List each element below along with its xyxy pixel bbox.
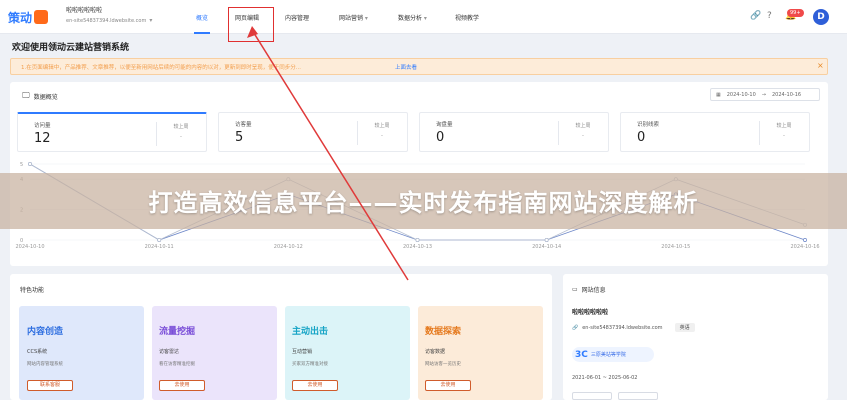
use-button[interactable]: 去使用 (425, 380, 471, 391)
site-action-button[interactable] (572, 392, 612, 400)
feature-sub: 访客数据 (425, 349, 446, 355)
visits-line-chart: 02452024-10-102024-10-112024-10-122024-1… (15, 162, 819, 250)
features-title: 特色功能 (20, 287, 45, 294)
x-tick-label: 2024-10-16 (790, 244, 819, 250)
data-point (157, 238, 162, 242)
site-validity-dates: 2021-06-01 ~ 2025-06-02 (572, 375, 638, 381)
site-logo: 3C 三原美站等学院 (572, 347, 654, 362)
site-info-title-text: 网站信息 (581, 287, 606, 294)
contact-support-button[interactable]: 联系客服 (27, 380, 73, 391)
use-button[interactable]: 去使用 (159, 380, 205, 391)
language-tag: 英语 (674, 323, 695, 332)
feature-sub: 访客雷达 (159, 349, 180, 355)
browser-icon: ▭ (572, 286, 578, 293)
data-point (803, 238, 807, 242)
site-info-url-row: 🔗 en-site54837394.ldwebsite.com 英语 (572, 323, 695, 332)
x-tick-label: 2024-10-15 (661, 244, 690, 250)
site-info-title: ▭ 网站信息 (572, 285, 606, 294)
y-tick-label: 5 (20, 162, 23, 168)
feature-title: 内容创造 (27, 327, 64, 337)
x-tick-label: 2024-10-11 (145, 244, 174, 250)
feature-title: 流量挖掘 (159, 327, 196, 337)
x-tick-label: 2024-10-13 (403, 244, 432, 250)
x-tick-label: 2024-10-12 (274, 244, 303, 250)
feature-title: 数据探索 (425, 327, 462, 337)
logo-mark-icon: 3C (575, 349, 588, 360)
feature-sub: 互动营销 (292, 349, 313, 355)
feature-desc: 网站内容管理系统 (27, 362, 63, 367)
data-point (544, 238, 549, 242)
feature-desc: 买家双方精准对接 (292, 362, 328, 367)
site-logo-text: 三原美站等学院 (590, 352, 626, 358)
link-icon: 🔗 (572, 324, 579, 331)
data-point (28, 162, 32, 166)
feature-title: 主动出击 (292, 327, 329, 337)
data-point (415, 238, 420, 242)
x-tick-label: 2024-10-14 (532, 244, 561, 250)
site-info-url[interactable]: en-site54837394.ldwebsite.com (582, 325, 662, 331)
site-action-button[interactable] (618, 392, 658, 400)
feature-desc: 看在访客精准挖掘 (159, 362, 195, 367)
x-tick-label: 2024-10-10 (15, 244, 44, 250)
use-button[interactable]: 去使用 (292, 380, 338, 391)
banner-title: 打造高效信息平台——实时发布指南网站深度解析 (148, 189, 699, 217)
app-window: 策动 啦啦啦啦啦啦 en-site54837394.ldwebsite.com … (0, 0, 847, 400)
feature-desc: 网站访客一览历史 (425, 362, 461, 367)
feature-sub: CCS系统 (27, 349, 48, 355)
site-info-name: 啦啦啦啦啦啦 (572, 309, 609, 316)
